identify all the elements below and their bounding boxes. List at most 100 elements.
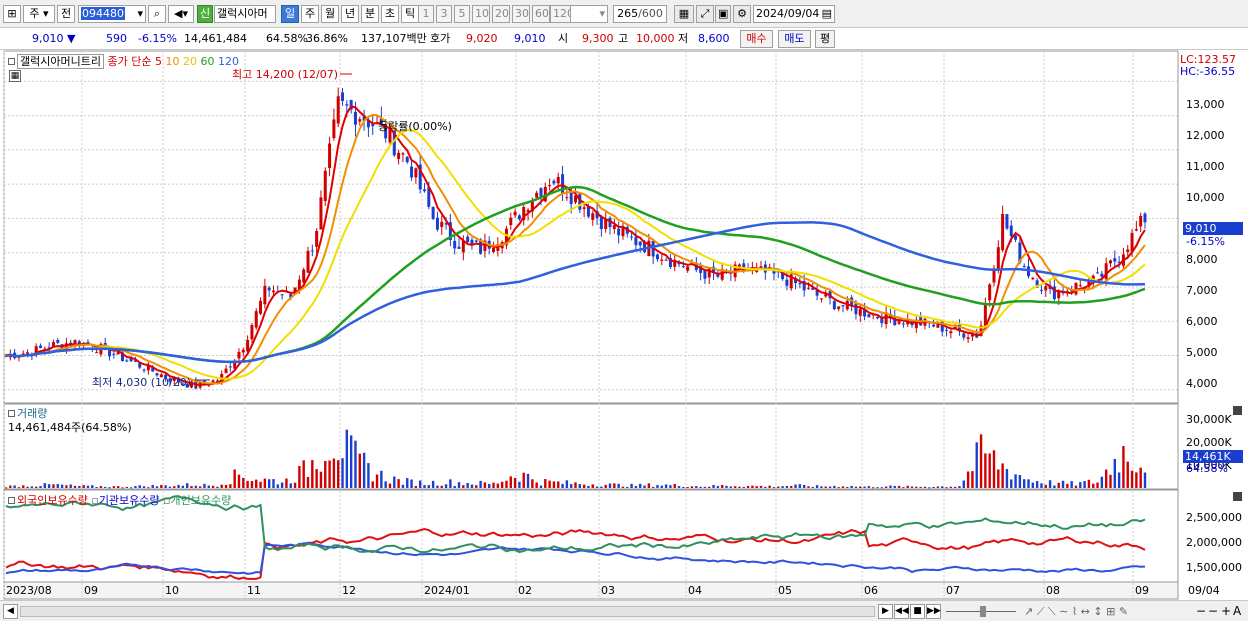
period-button-3[interactable]: 년: [341, 5, 359, 23]
font-size-icon[interactable]: A: [1233, 604, 1241, 618]
period-button-4[interactable]: 분: [361, 5, 379, 23]
candle-body: [259, 300, 263, 314]
candle-body: [39, 345, 43, 348]
panel-toggle-icon[interactable]: [8, 58, 15, 65]
zoom-reset-icon[interactable]: −: [1208, 604, 1218, 618]
interval-button-3[interactable]: 3: [436, 5, 452, 23]
volume-bar: [17, 487, 21, 489]
count-field[interactable]: 265/600: [613, 5, 667, 23]
close-holding-panel-icon[interactable]: [1233, 492, 1242, 501]
horizontal-scrollbar[interactable]: [20, 606, 875, 617]
interval-button-5[interactable]: 5: [454, 5, 470, 23]
stock-name-field[interactable]: 갤럭시아머: [214, 5, 276, 23]
grid-toggle-icon[interactable]: ▦: [9, 70, 21, 82]
volume-bar: [155, 486, 159, 488]
volume-bar: [798, 484, 802, 488]
volume-bar: [859, 486, 862, 488]
volume-bar: [406, 478, 409, 488]
low-price: 8,600: [698, 32, 730, 45]
retail-series-label: 개인보유수량: [170, 494, 232, 507]
rewind-icon[interactable]: ◀◀: [894, 604, 909, 619]
candle-body: [556, 176, 560, 184]
volume-bar: [341, 458, 344, 488]
volume-bar: [423, 485, 426, 488]
volume-bar: [820, 486, 823, 488]
search-icon[interactable]: ⌕: [148, 5, 166, 23]
candle-body: [819, 298, 823, 300]
volume-bar: [621, 486, 625, 488]
volume-bar: [1018, 475, 1022, 488]
interval-button-30[interactable]: 30: [512, 5, 530, 23]
buy-button[interactable]: 매수: [740, 30, 773, 48]
volume-bar: [897, 485, 901, 488]
interval-button-10[interactable]: 10: [472, 5, 490, 23]
candle-body: [224, 368, 228, 374]
stock-chart[interactable]: [0, 50, 1248, 600]
date-field[interactable]: 2024/09/04 ▤: [753, 5, 835, 23]
volume-tick-label: 20,000K: [1186, 436, 1232, 449]
fast-forward-icon[interactable]: ▶▶: [926, 604, 941, 619]
interval-button-20[interactable]: 20: [492, 5, 510, 23]
interval-button-60[interactable]: 60: [532, 5, 550, 23]
volume-bar: [945, 487, 948, 489]
scroll-left-icon[interactable]: ◀: [3, 604, 18, 619]
zoom-slider[interactable]: [946, 606, 1016, 617]
eval-button[interactable]: 평: [815, 30, 835, 48]
code-input[interactable]: 094480 ▾: [78, 5, 146, 23]
candle-body: [664, 259, 668, 261]
candle-body: [1005, 214, 1009, 229]
zoom-in-icon[interactable]: +: [1221, 604, 1231, 618]
volume-bar: [656, 485, 659, 488]
prev-button[interactable]: 전: [57, 5, 75, 23]
zoom-out-icon[interactable]: −: [1196, 604, 1206, 618]
volume-bar: [324, 460, 327, 488]
volume-bar: [207, 485, 210, 488]
prev-label: 전: [60, 7, 72, 20]
volume-bar: [186, 483, 189, 488]
calendar-icon[interactable]: ▤: [822, 6, 832, 22]
volume-bar: [470, 484, 474, 488]
volume-bar: [824, 486, 827, 488]
volume-bar: [1014, 474, 1017, 488]
volume-bar: [591, 484, 594, 488]
draw-tools-icon[interactable]: ↗ ⟋ ⟍ ∼ ⌇ ↔ ↕ ⊞ ✎: [1024, 605, 1128, 619]
interval-button-1[interactable]: 1: [418, 5, 434, 23]
draw-tool-icon[interactable]: ⤢: [696, 5, 714, 23]
period-button-2[interactable]: 월: [321, 5, 339, 23]
volume-bar: [725, 485, 728, 488]
sell-button[interactable]: 매도: [778, 30, 811, 48]
stop-icon[interactable]: ■: [910, 604, 925, 619]
candle-body: [513, 211, 517, 216]
volume-bar: [431, 480, 435, 488]
gear-icon[interactable]: ⚙: [733, 5, 751, 23]
volume-bar: [1005, 469, 1009, 488]
save-icon[interactable]: ▣: [715, 5, 731, 23]
candle-body: [353, 111, 357, 125]
speaker-icon[interactable]: ◀▾: [168, 5, 194, 23]
period-button-5[interactable]: 초: [381, 5, 399, 23]
custom-interval-select[interactable]: ▾: [570, 5, 608, 23]
volume-tick-label: 30,000K: [1186, 413, 1232, 426]
volume-bar: [643, 485, 646, 488]
scroll-right-icon[interactable]: ▶: [878, 604, 893, 619]
ma10-label: 10: [165, 55, 180, 68]
candle-body: [854, 303, 858, 315]
volume-bar: [367, 463, 370, 488]
x-axis-label: 09/04: [1188, 584, 1220, 597]
volume-bar: [116, 486, 120, 488]
period-button-0[interactable]: 일: [281, 5, 299, 23]
volume-bar: [440, 485, 443, 488]
layout-icon[interactable]: ⊞: [3, 5, 21, 23]
close-volume-panel-icon[interactable]: [1233, 406, 1242, 415]
volume-bar: [91, 485, 94, 488]
quote-bar: 9,010 ▼ 590 -6.15% 14,461,484 64.58% 36.…: [0, 28, 1248, 50]
volume-bar: [871, 487, 875, 489]
market-select[interactable]: 주 ▾: [23, 5, 55, 23]
candle-body: [630, 236, 634, 238]
candle-body: [552, 180, 556, 184]
holding-tick-label: 2,000,000: [1186, 536, 1242, 549]
period-button-1[interactable]: 주: [301, 5, 319, 23]
interval-button-120[interactable]: 120: [550, 5, 572, 23]
indicator-icon[interactable]: ▦: [674, 5, 694, 23]
period-button-6[interactable]: 틱: [401, 5, 419, 23]
